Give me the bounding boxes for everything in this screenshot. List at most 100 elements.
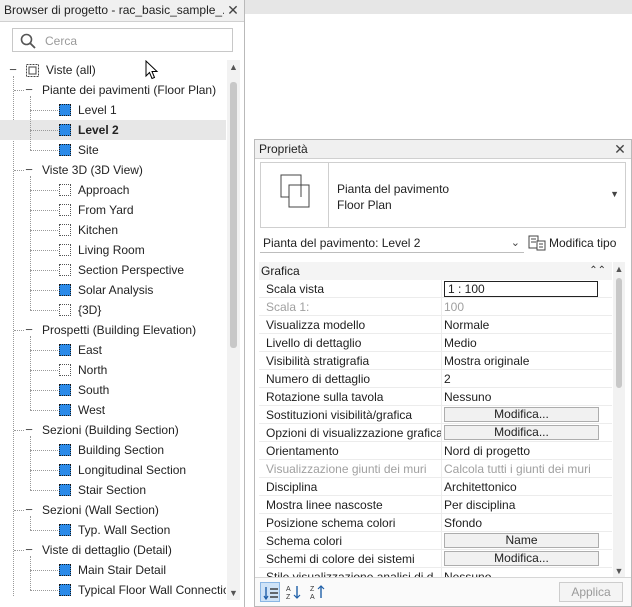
tree-connector-line (30, 450, 58, 451)
property-row-mostra-linee-nascoste[interactable]: Mostra linee nascoste Per disciplina (259, 496, 612, 514)
tree-group-viste-3d-3d-view[interactable]: − Viste 3D (3D View) (0, 160, 226, 180)
property-row-scala-vista[interactable]: Scala vista 1 : 100 (259, 280, 612, 298)
tree-view-main-stair-detail[interactable]: Main Stair Detail (0, 560, 226, 580)
instance-selector-dropdown[interactable]: Pianta del pavimento: Level 2 ⌄ (260, 233, 524, 253)
properties-title: Proprietà (259, 142, 308, 156)
property-value[interactable]: Normale (444, 316, 602, 334)
property-row-visualizza-modello[interactable]: Visualizza modello Normale (259, 316, 612, 334)
browser-scrollbar[interactable]: ▲ ▼ (227, 60, 240, 600)
property-edit-button[interactable]: Modifica... (444, 425, 599, 440)
collapse-toggle-icon[interactable]: − (8, 60, 18, 80)
property-row-numero-di-dettaglio[interactable]: Numero di dettaglio 2 (259, 370, 612, 388)
project-browser-titlebar[interactable]: Browser di progetto - rac_basic_sample_.… (0, 0, 244, 22)
tree-view-longitudinal-section[interactable]: Longitudinal Section (0, 460, 226, 480)
tree-view-north[interactable]: North (0, 360, 226, 380)
tree-connector-line (30, 390, 58, 391)
properties-scrollbar[interactable]: ▲ ▼ (613, 262, 625, 578)
tree-view-building-section[interactable]: Building Section (0, 440, 226, 460)
property-edit-button[interactable]: Modifica... (444, 551, 599, 566)
property-value[interactable]: Nessuno (444, 388, 602, 406)
property-value[interactable]: Sfondo (444, 514, 602, 532)
collapse-toggle-icon[interactable]: − (24, 420, 34, 440)
property-row-schema-colori[interactable]: Schema colori Name (259, 532, 612, 550)
search-input[interactable] (43, 31, 227, 51)
tree-view-kitchen[interactable]: Kitchen (0, 220, 226, 240)
tree-view-level-2[interactable]: Level 2 (0, 120, 226, 140)
tree-group-sezioni-wall-section[interactable]: − Sezioni (Wall Section) (0, 500, 226, 520)
collapse-toggle-icon[interactable]: − (24, 320, 34, 340)
project-browser-title: Browser di progetto - rac_basic_sample_.… (4, 3, 224, 17)
tree-group-viste-all[interactable]: − Viste (all) (0, 60, 226, 80)
project-browser-panel: Browser di progetto - rac_basic_sample_.… (0, 0, 245, 607)
property-value[interactable]: Per disciplina (444, 496, 602, 514)
tree-group-viste-di-dettaglio-detail[interactable]: − Viste di dettaglio (Detail) (0, 540, 226, 560)
tree-view-approach[interactable]: Approach (0, 180, 226, 200)
view-icon-placed (59, 104, 71, 116)
property-row-disciplina[interactable]: Disciplina Architettonico (259, 478, 612, 496)
property-value[interactable]: Nord di progetto (444, 442, 602, 460)
project-browser-close-icon[interactable]: ✕ (224, 1, 242, 19)
tree-view-3d[interactable]: {3D} (0, 300, 226, 320)
tree-view-south[interactable]: South (0, 380, 226, 400)
tree-view-typ-wall-section[interactable]: Typ. Wall Section (0, 520, 226, 540)
tree-view-west[interactable]: West (0, 400, 226, 420)
scroll-down-arrow-icon[interactable]: ▼ (613, 564, 625, 578)
property-value[interactable]: Medio (444, 334, 602, 352)
collapse-toggle-icon[interactable]: − (24, 80, 34, 100)
collapse-toggle-icon[interactable]: − (24, 500, 34, 520)
tree-label: Solar Analysis (78, 283, 154, 297)
property-value[interactable]: 2 (444, 370, 602, 388)
collapse-toggle-icon[interactable]: − (24, 160, 34, 180)
tree-view-stair-section[interactable]: Stair Section (0, 480, 226, 500)
sort-descending-button[interactable]: Z A (308, 582, 328, 602)
tree-view-section-perspective[interactable]: Section Perspective (0, 260, 226, 280)
scrollbar-thumb[interactable] (230, 82, 237, 348)
group-header-graphics[interactable]: Grafica ⌃⌃ (259, 262, 612, 280)
scroll-down-arrow-icon[interactable]: ▼ (227, 586, 240, 600)
property-edit-button[interactable]: Name (444, 533, 599, 548)
collapse-group-icon[interactable]: ⌃⌃ (589, 262, 606, 280)
tree-group-prospetti-building-elevation[interactable]: − Prospetti (Building Elevation) (0, 320, 226, 340)
properties-close-icon[interactable]: ✕ (611, 140, 629, 158)
project-browser-tree: − Viste (all) − Piante dei pavimenti (Floor… (0, 60, 226, 600)
tree-view-level-1[interactable]: Level 1 (0, 100, 226, 120)
tree-label: From Yard (78, 203, 134, 217)
scrollbar-thumb[interactable] (616, 278, 622, 388)
tree-connector-line (30, 350, 58, 351)
apply-button[interactable]: Applica (559, 582, 623, 602)
property-row-livello-di-dettaglio[interactable]: Livello di dettaglio Medio (259, 334, 612, 352)
properties-titlebar[interactable]: Proprietà (255, 140, 631, 159)
tree-view-living-room[interactable]: Living Room (0, 240, 226, 260)
sort-ascending-button[interactable]: A Z (284, 582, 304, 602)
view-icon-unplaced (59, 204, 71, 216)
search-box[interactable] (12, 28, 233, 52)
property-row-scala-1: Scala 1: 100 (259, 298, 612, 316)
tree-view-typical-floor-wall-connectic[interactable]: Typical Floor Wall Connectic (0, 580, 226, 600)
property-row-schemi-di-colore-dei-sistemi[interactable]: Schemi di colore dei sistemi Modifica... (259, 550, 612, 568)
property-row-posizione-schema-colori[interactable]: Posizione schema colori Sfondo (259, 514, 612, 532)
tree-label: Kitchen (78, 223, 119, 237)
tree-label: Level 2 (78, 123, 119, 137)
property-row-visibilita-stratigrafia[interactable]: Visibilità stratigrafia Mostra originale (259, 352, 612, 370)
tree-group-piante-dei-pavimenti-floor-plan[interactable]: − Piante dei pavimenti (Floor Plan) (0, 80, 226, 100)
type-dropdown-caret-icon[interactable]: ▼ (610, 189, 619, 199)
tree-view-from-yard[interactable]: From Yard (0, 200, 226, 220)
scroll-up-arrow-icon[interactable]: ▲ (227, 60, 240, 74)
tree-group-sezioni-building-section[interactable]: − Sezioni (Building Section) (0, 420, 226, 440)
property-value[interactable]: Architettonico (444, 478, 602, 496)
type-selector[interactable]: Pianta del pavimento Floor Plan ▼ (260, 162, 626, 228)
property-value[interactable]: Mostra originale (444, 352, 602, 370)
property-row-sostituzioni-visibilita-grafica[interactable]: Sostituzioni visibilità/grafica Modifica.… (259, 406, 612, 424)
sort-categorized-button[interactable] (260, 582, 280, 602)
collapse-toggle-icon[interactable]: − (24, 540, 34, 560)
property-value-input[interactable]: 1 : 100 (444, 281, 598, 297)
tree-view-site[interactable]: Site (0, 140, 226, 160)
tree-view-solar-analysis[interactable]: Solar Analysis (0, 280, 226, 300)
scroll-up-arrow-icon[interactable]: ▲ (613, 262, 625, 276)
property-row-rotazione-sulla-tavola[interactable]: Rotazione sulla tavola Nessuno (259, 388, 612, 406)
tree-view-east[interactable]: East (0, 340, 226, 360)
property-row-orientamento[interactable]: Orientamento Nord di progetto (259, 442, 612, 460)
property-row-opzioni-di-visualizzazione-grafica[interactable]: Opzioni di visualizzazione grafica Modifi… (259, 424, 612, 442)
property-edit-button[interactable]: Modifica... (444, 407, 599, 422)
column-divider (441, 514, 442, 532)
